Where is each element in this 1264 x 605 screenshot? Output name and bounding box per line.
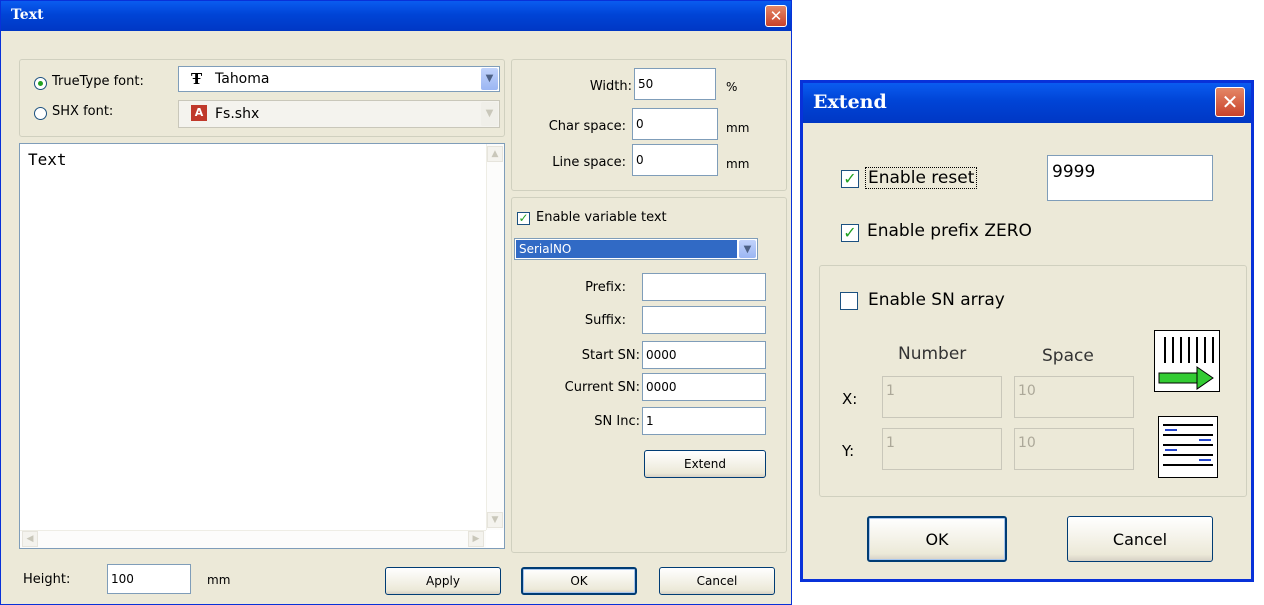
variable-text-group: ✓ Enable variable text SerialNO ▼ Prefix…: [511, 197, 787, 553]
reset-value-field[interactable]: [1047, 155, 1213, 201]
y-space-field[interactable]: [1014, 428, 1134, 470]
text-dialog-close-button[interactable]: ✕: [765, 5, 787, 27]
shx-font-icon: A: [191, 105, 207, 121]
cancel-button[interactable]: Cancel: [659, 567, 775, 595]
text-content-area[interactable]: Text ▲ ▼ ◀ ▶: [19, 143, 505, 549]
prefix-label: Prefix:: [585, 280, 626, 295]
metrics-group: Width: % Char space: mm Line space: mm: [511, 59, 787, 191]
truetype-font-select[interactable]: Ŧ Tahoma ▼: [178, 66, 500, 92]
chevron-down-icon[interactable]: ▼: [481, 102, 498, 126]
variable-type-select[interactable]: SerialNO ▼: [514, 238, 758, 260]
ok-button[interactable]: OK: [521, 567, 637, 595]
char-space-unit: mm: [726, 121, 750, 135]
enable-variable-text-checkbox[interactable]: ✓: [517, 212, 530, 225]
text-dialog-title: Text: [11, 7, 44, 23]
line-space-label: Line space:: [552, 155, 626, 170]
font-group: TrueType font: Ŧ Tahoma ▼ SHX font: A Fs…: [19, 59, 505, 137]
number-header: Number: [898, 344, 967, 364]
extend-dialog-close-button[interactable]: ✕: [1215, 87, 1245, 117]
width-field[interactable]: [634, 68, 716, 100]
space-header: Space: [1042, 346, 1094, 366]
enable-reset-checkbox[interactable]: ✓: [841, 170, 859, 188]
start-sn-label: Start SN:: [581, 348, 640, 363]
shx-font-label: SHX font:: [52, 104, 114, 119]
enable-reset-label: Enable reset: [865, 167, 978, 189]
x-space-field[interactable]: [1014, 376, 1134, 418]
suffix-label: Suffix:: [584, 313, 626, 328]
horizontal-array-icon[interactable]: [1154, 330, 1220, 392]
line-space-unit: mm: [726, 157, 750, 171]
truetype-font-icon: Ŧ: [191, 70, 203, 88]
truetype-font-radio[interactable]: [34, 77, 47, 90]
x-label: X:: [842, 390, 858, 408]
text-content: Text: [28, 150, 67, 169]
y-label: Y:: [842, 442, 855, 460]
start-sn-field[interactable]: [642, 341, 766, 369]
suffix-field[interactable]: [642, 306, 766, 334]
enable-prefix-zero-label: Enable prefix ZERO: [867, 221, 1032, 241]
apply-button[interactable]: Apply: [385, 567, 501, 595]
height-unit: mm: [207, 573, 231, 587]
chevron-down-icon[interactable]: ▼: [481, 68, 498, 90]
text-dialog-titlebar[interactable]: Text ✕: [1, 1, 791, 31]
extend-dialog-title: Extend: [813, 91, 887, 113]
shx-font-value: Fs.shx: [215, 106, 260, 122]
prefix-field[interactable]: [642, 273, 766, 301]
extend-cancel-button[interactable]: Cancel: [1067, 516, 1213, 562]
enable-sn-array-checkbox[interactable]: [840, 292, 858, 310]
line-space-field[interactable]: [632, 144, 718, 176]
x-number-field[interactable]: [882, 376, 1002, 418]
width-unit: %: [726, 80, 738, 94]
extend-dialog: Extend ✕ ✓ Enable reset ✓ Enable prefix …: [800, 80, 1254, 582]
height-field[interactable]: [107, 564, 191, 594]
truetype-font-label: TrueType font:: [52, 74, 144, 89]
enable-variable-text-label: Enable variable text: [536, 210, 667, 225]
sn-inc-field[interactable]: [642, 407, 766, 435]
variable-type-value: SerialNO: [516, 240, 737, 258]
extend-button[interactable]: Extend: [644, 450, 766, 478]
truetype-font-value: Tahoma: [215, 71, 270, 87]
vertical-array-icon[interactable]: [1158, 416, 1218, 478]
scroll-down-icon[interactable]: ▼: [487, 512, 503, 528]
shx-font-select[interactable]: A Fs.shx ▼: [178, 100, 500, 128]
chevron-down-icon[interactable]: ▼: [739, 240, 756, 258]
scroll-up-icon[interactable]: ▲: [487, 146, 503, 162]
horizontal-scrollbar[interactable]: ◀ ▶: [20, 530, 486, 548]
y-number-field[interactable]: [882, 428, 1002, 470]
current-sn-label: Current SN:: [564, 380, 640, 395]
shx-font-radio[interactable]: [34, 107, 47, 120]
width-label: Width:: [589, 79, 632, 94]
height-label: Height:: [23, 572, 71, 587]
enable-sn-array-label: Enable SN array: [868, 290, 1005, 310]
enable-prefix-zero-checkbox[interactable]: ✓: [841, 224, 859, 242]
scroll-left-icon[interactable]: ◀: [22, 531, 38, 547]
current-sn-field[interactable]: [642, 373, 766, 401]
text-dialog: Text ✕ TrueType font: Ŧ Tahoma ▼ SHX fon…: [0, 0, 792, 605]
vertical-scrollbar[interactable]: ▲ ▼: [486, 144, 504, 530]
char-space-label: Char space:: [548, 119, 626, 134]
extend-ok-button[interactable]: OK: [867, 516, 1007, 562]
extend-dialog-titlebar[interactable]: Extend ✕: [803, 83, 1251, 123]
sn-array-group: Enable SN array Number Space X: Y:: [819, 265, 1247, 497]
char-space-field[interactable]: [632, 108, 718, 140]
scroll-right-icon[interactable]: ▶: [468, 531, 484, 547]
sn-inc-label: SN Inc:: [594, 414, 640, 429]
